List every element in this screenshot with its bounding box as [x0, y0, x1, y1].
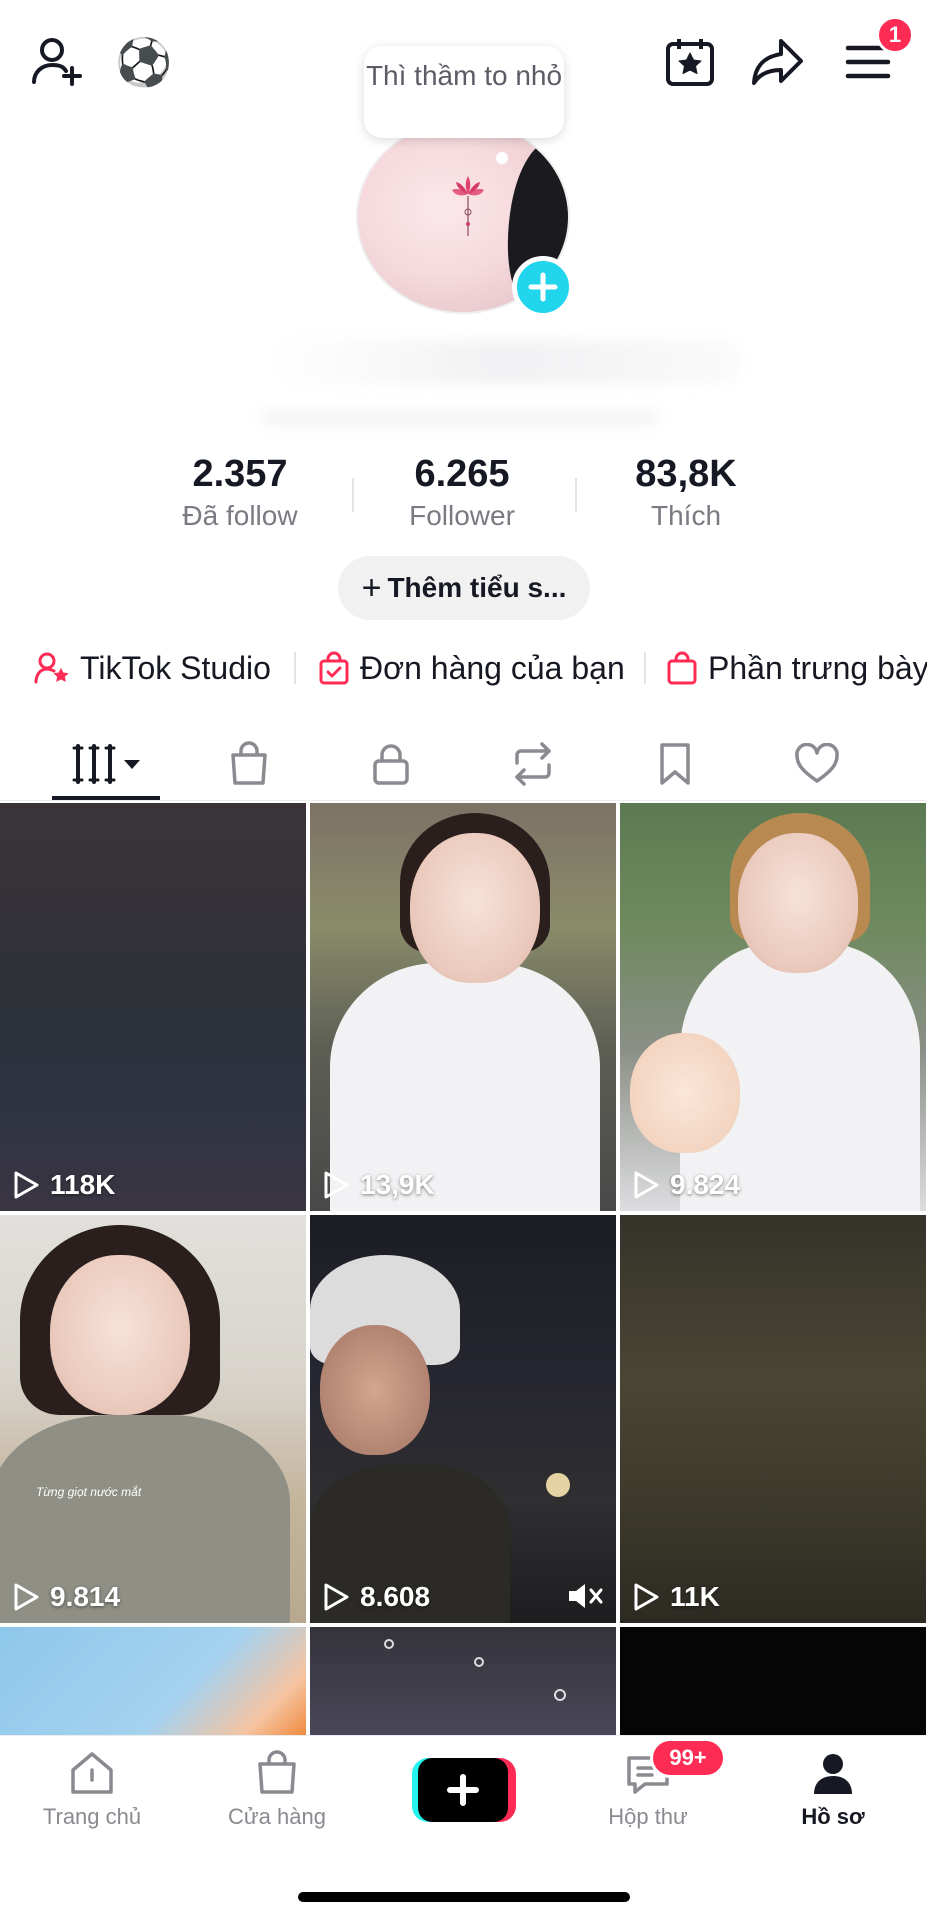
likes-label: Thích: [650, 500, 722, 531]
stat-followers[interactable]: 6.265 Follower: [362, 452, 562, 534]
play-icon: [324, 1583, 349, 1611]
home-indicator: [298, 1892, 630, 1902]
view-count-text: 11K: [670, 1581, 720, 1612]
video-thumbnail[interactable]: [310, 1627, 616, 1735]
nav-inbox-label: Hộp thư: [608, 1804, 688, 1829]
tab-liked[interactable]: [746, 728, 888, 800]
stat-divider: [352, 478, 354, 512]
video-thumbnail[interactable]: 13,9K: [310, 803, 616, 1211]
plus-icon: +: [361, 568, 382, 607]
video-thumbnail[interactable]: 8.608: [310, 1215, 616, 1623]
video-grid-icon: [72, 744, 140, 784]
showcase-link[interactable]: Phần trưng bày: [666, 646, 927, 690]
tab-private[interactable]: [320, 728, 462, 800]
add-avatar-story-button[interactable]: [512, 256, 574, 318]
view-count: 13,9K: [322, 1169, 435, 1201]
view-count-text: 9.814: [50, 1581, 121, 1612]
your-orders-label: Đơn hàng của bạn: [360, 649, 625, 686]
view-count: 9.814: [12, 1581, 120, 1613]
stat-following[interactable]: 2.357 Đã follow: [140, 452, 340, 534]
view-count: 11K: [632, 1581, 720, 1613]
nav-shop-label: Cửa hàng: [228, 1804, 326, 1829]
video-thumbnail[interactable]: Từng giọt nước mắt 9.814: [0, 1215, 306, 1623]
tiktok-studio-link[interactable]: TikTok Studio: [34, 646, 271, 690]
status-note-bubble[interactable]: Thì thầm to nhỏ: [364, 46, 564, 138]
tab-favorites[interactable]: [604, 728, 746, 800]
username-placeholder: [260, 410, 660, 426]
add-bio-button[interactable]: + Thêm tiểu s...: [338, 556, 590, 620]
quick-link-divider: [644, 652, 646, 684]
tab-reposts[interactable]: [462, 728, 604, 800]
followers-label: Follower: [409, 500, 515, 531]
shopping-bag-check-icon: [319, 651, 349, 685]
following-count: 2.357: [192, 453, 288, 495]
share-icon[interactable]: [748, 32, 808, 92]
muted-icon: [569, 1584, 603, 1608]
video-thumbnail[interactable]: 9.824: [620, 803, 926, 1211]
nav-profile-label: Hồ sơ: [801, 1804, 865, 1829]
repost-icon: [515, 742, 551, 786]
view-count: 8.608: [322, 1581, 430, 1613]
stat-likes[interactable]: 83,8K Thích: [586, 452, 786, 534]
profile-icon: [814, 1754, 852, 1794]
likes-count: 83,8K: [635, 453, 737, 495]
play-icon: [324, 1171, 349, 1199]
nav-home-label: Trang chủ: [42, 1804, 142, 1829]
tab-shop[interactable]: [178, 728, 320, 800]
add-bio-label: Thêm tiểu s...: [387, 572, 567, 603]
calendar-star-icon[interactable]: [660, 32, 720, 92]
add-friend-icon[interactable]: [28, 32, 88, 92]
quick-link-divider: [294, 652, 296, 684]
view-count-text: 9.824: [670, 1169, 741, 1200]
inbox-badge: 99+: [650, 1738, 726, 1778]
view-count: 118K: [12, 1169, 115, 1201]
tiktok-studio-label: TikTok Studio: [80, 649, 271, 686]
play-icon: [14, 1583, 39, 1611]
view-count: 9.824: [632, 1169, 740, 1201]
stat-divider: [575, 478, 577, 512]
followers-count: 6.265: [414, 453, 510, 495]
bookmark-icon: [660, 743, 690, 785]
soccer-ball-icon[interactable]: ⚽: [115, 34, 172, 90]
heart-icon: [795, 743, 839, 783]
nav-profile[interactable]: Hồ sơ: [758, 1748, 908, 1830]
shopping-bag-icon: [667, 651, 697, 685]
create-button[interactable]: [412, 1758, 516, 1822]
nav-home[interactable]: Trang chủ: [17, 1748, 167, 1830]
play-icon: [14, 1171, 39, 1199]
tab-videos[interactable]: [36, 728, 178, 800]
view-count-text: 118K: [50, 1169, 116, 1200]
bubble-tail: [496, 152, 508, 164]
shopping-bag-icon: [258, 1750, 296, 1794]
shopping-bag-icon: [231, 741, 267, 785]
studio-person-star-icon: [34, 652, 69, 684]
view-count-text: 8.608: [360, 1581, 431, 1612]
play-icon: [634, 1171, 659, 1199]
video-caption: Từng giọt nước mắt: [36, 1485, 142, 1499]
nav-shop[interactable]: Cửa hàng: [202, 1748, 352, 1830]
lock-icon: [373, 744, 409, 785]
view-count-text: 13,9K: [360, 1169, 435, 1200]
video-thumbnail[interactable]: [620, 1627, 926, 1735]
plus-icon: [447, 1774, 479, 1806]
notification-badge: 1: [876, 16, 914, 54]
home-icon: [71, 1752, 113, 1794]
tab-divider: [0, 800, 927, 801]
showcase-label: Phần trưng bày: [708, 649, 927, 686]
video-thumbnail[interactable]: [0, 1627, 306, 1735]
play-icon: [634, 1583, 659, 1611]
following-label: Đã follow: [182, 500, 298, 531]
display-name-placeholder: [270, 340, 740, 384]
video-thumbnail[interactable]: 11K: [620, 1215, 926, 1623]
your-orders-link[interactable]: Đơn hàng của bạn: [318, 646, 625, 690]
video-thumbnail[interactable]: 118K: [0, 803, 306, 1211]
